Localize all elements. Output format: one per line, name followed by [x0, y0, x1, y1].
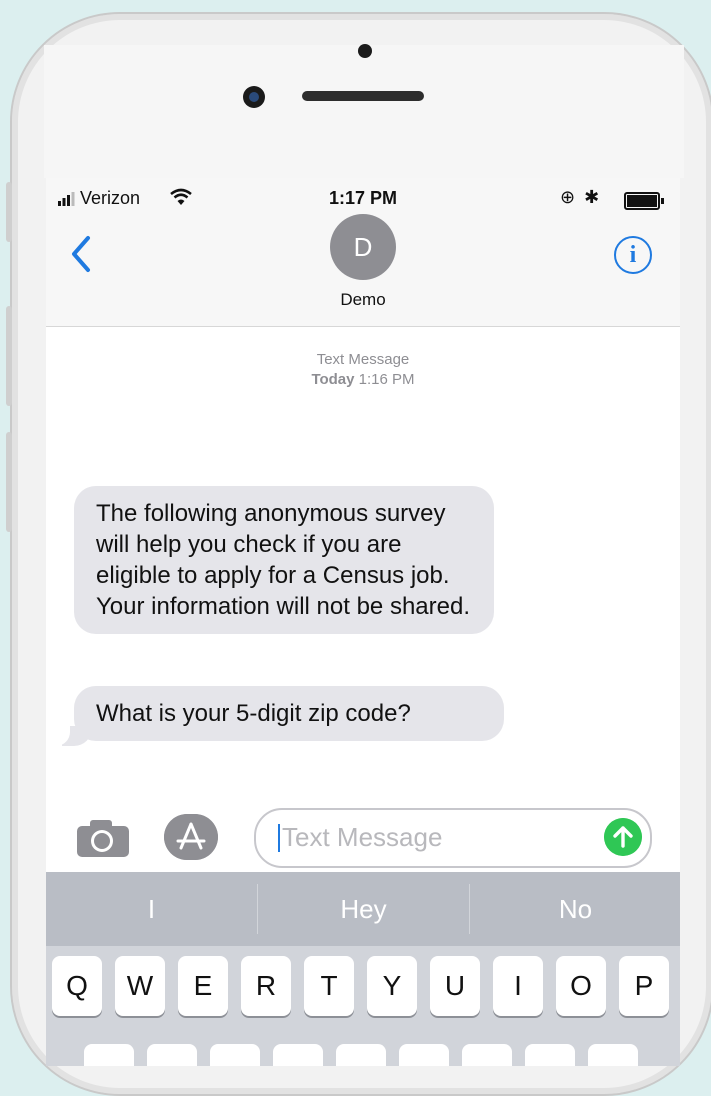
orientation-lock-icon: ⊕ [560, 187, 576, 207]
key-i[interactable]: I [493, 956, 543, 1016]
key-u[interactable]: U [430, 956, 480, 1016]
message-bubble: What is your 5-digit zip code? [74, 686, 504, 741]
message-time: 1:16 PM [358, 371, 415, 388]
thread-timestamp: Text Message Today 1:16 PM [46, 350, 680, 390]
contact-name[interactable]: Demo [46, 290, 680, 310]
key[interactable] [147, 1044, 197, 1066]
suggestion[interactable]: I [46, 872, 257, 946]
key-e[interactable]: E [178, 956, 228, 1016]
conversation-header: D Demo i [46, 214, 680, 327]
phone-screen: Verizon 1:17 PM ⊕ ✱ D Demo i Text Messag… [46, 178, 680, 1066]
chevron-left-icon[interactable] [68, 234, 94, 274]
avatar[interactable]: D [330, 214, 396, 280]
status-bar: Verizon 1:17 PM ⊕ ✱ [46, 178, 680, 218]
key-t[interactable]: T [304, 956, 354, 1016]
suggestion[interactable]: Hey [258, 872, 469, 946]
earpiece-speaker [302, 91, 424, 101]
suggestion[interactable]: No [470, 872, 680, 946]
proximity-sensor [358, 44, 372, 58]
key[interactable] [336, 1044, 386, 1066]
key[interactable] [525, 1044, 575, 1066]
front-camera [243, 86, 265, 108]
key[interactable] [210, 1044, 260, 1066]
key-w[interactable]: W [115, 956, 165, 1016]
volume-up-button [6, 306, 12, 406]
key-y[interactable]: Y [367, 956, 417, 1016]
key-r[interactable]: R [241, 956, 291, 1016]
volume-down-button [6, 432, 12, 532]
info-icon[interactable]: i [614, 236, 652, 274]
key-p[interactable]: P [619, 956, 669, 1016]
status-icons: ⊕ ✱ [560, 187, 599, 208]
key[interactable] [588, 1044, 638, 1066]
predictive-bar: I Hey No [46, 872, 680, 946]
app-store-icon[interactable] [164, 814, 218, 860]
camera-icon[interactable] [76, 818, 130, 858]
mute-switch [6, 182, 12, 242]
key[interactable] [84, 1044, 134, 1066]
message-input[interactable]: Text Message [254, 808, 652, 868]
arrow-up-icon[interactable] [604, 818, 642, 856]
message-date: Today 1:16 PM [46, 370, 680, 390]
key-q[interactable]: Q [52, 956, 102, 1016]
keyboard: I Hey No Q W E R T Y U I O P [46, 872, 680, 1066]
message-input-placeholder: Text Message [282, 822, 443, 852]
key[interactable] [273, 1044, 323, 1066]
key-o[interactable]: O [556, 956, 606, 1016]
text-cursor [278, 824, 280, 852]
battery-icon [624, 192, 664, 210]
message-bubble: The following anonymous survey will help… [74, 486, 494, 634]
message-day: Today [311, 371, 355, 388]
bluetooth-icon: ✱ [584, 187, 600, 207]
top-bezel [44, 45, 684, 178]
key[interactable] [399, 1044, 449, 1066]
message-type-label: Text Message [316, 351, 410, 368]
key[interactable] [462, 1044, 512, 1066]
